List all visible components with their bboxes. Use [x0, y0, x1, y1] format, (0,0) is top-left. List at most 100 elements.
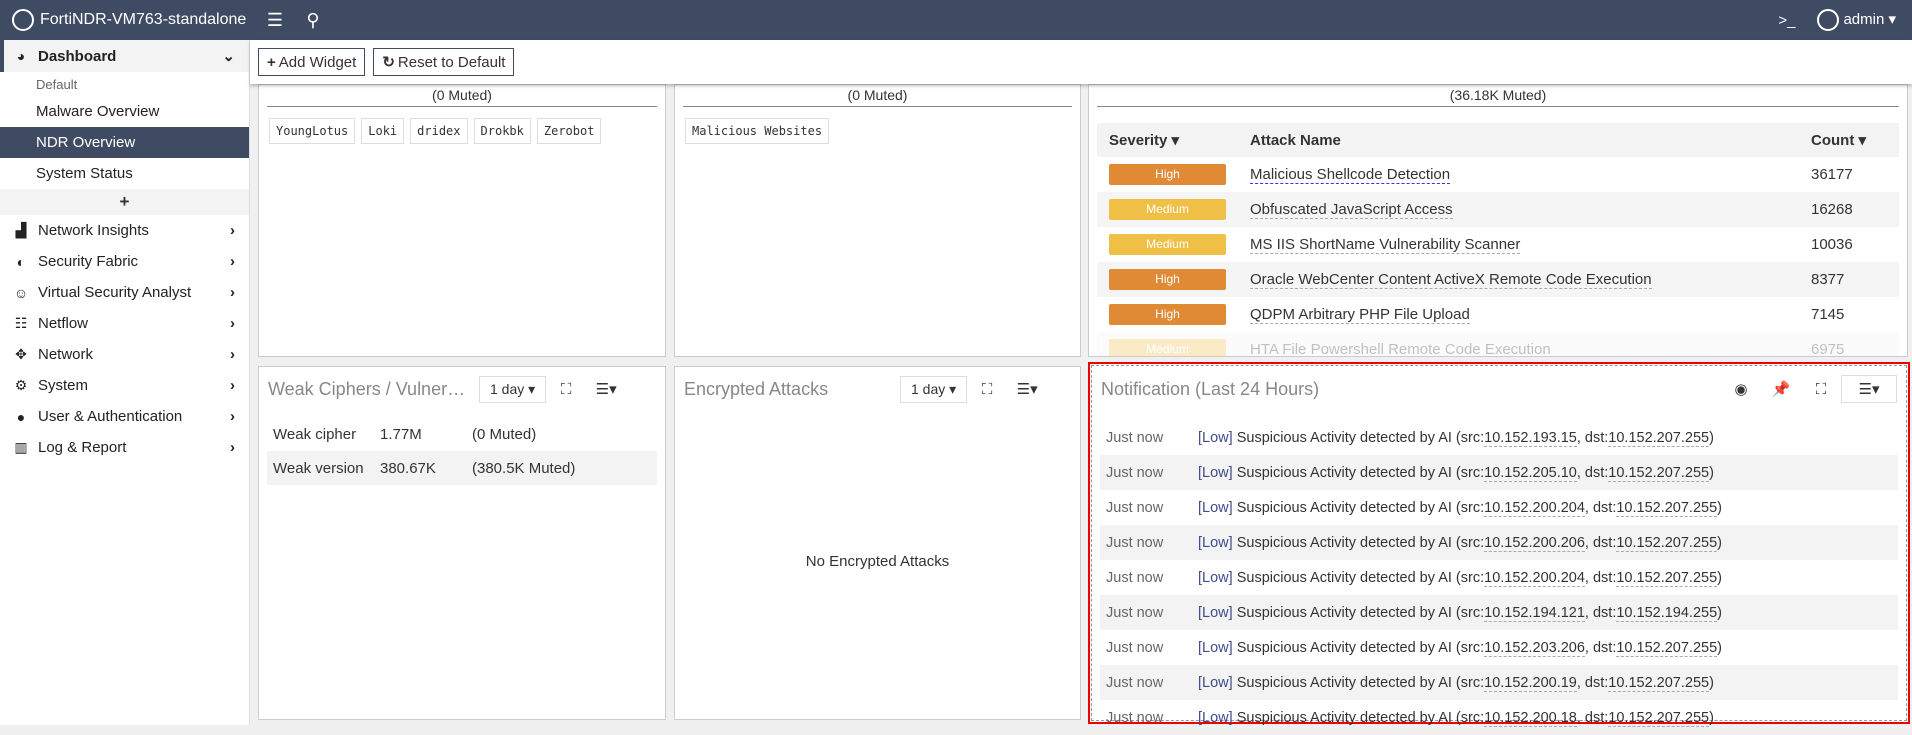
level: [Low] [1198, 534, 1233, 551]
fortindr-logo-icon [12, 9, 34, 31]
dst-ip[interactable]: 10.152.207.255 [1608, 464, 1710, 482]
sidebar-item-netflow[interactable]: ☷ Netflow › [0, 308, 249, 339]
dst-ip[interactable]: 10.152.194.255 [1616, 604, 1718, 622]
malicious-websites-widget: (0 Muted) Malicious Websites [674, 84, 1081, 357]
dst-ip[interactable]: 10.152.207.255 [1616, 639, 1718, 657]
dst-ip[interactable]: 10.152.207.255 [1616, 499, 1718, 517]
widget-title: Weak Ciphers / Vulnerab... [268, 378, 473, 399]
level: [Low] [1198, 709, 1233, 726]
sidebar-item-system[interactable]: ⚙ System › [0, 370, 249, 401]
text: Suspicious Activity detected by AI [1236, 709, 1452, 726]
sidebar-item-network-insights[interactable]: ▟ Network Insights › [0, 215, 249, 246]
tag[interactable]: Malicious Websites [685, 118, 830, 144]
dst-ip[interactable]: 10.152.207.255 [1616, 534, 1718, 552]
src-ip[interactable]: 10.152.200.18 [1484, 709, 1577, 727]
widget-menu-icon[interactable]: ☰▾ [586, 380, 626, 398]
sidebar-item-log-report[interactable]: ▥ Log & Report › [0, 432, 249, 463]
notification-item[interactable]: Just now [Low] Suspicious Activity detect… [1100, 560, 1898, 595]
sidebar-item-system-status[interactable]: System Status [0, 158, 249, 189]
dst-ip[interactable]: 10.152.207.255 [1608, 674, 1710, 692]
tag[interactable]: Loki [361, 118, 405, 144]
src-ip[interactable]: 10.152.200.206 [1484, 534, 1585, 552]
expand-icon[interactable]: ⛶ [546, 381, 586, 398]
text: Suspicious Activity detected by AI [1236, 464, 1452, 481]
sidebar-item-security-fabric[interactable]: ◐ Security Fabric › [0, 246, 249, 277]
table-row[interactable]: Medium Obfuscated JavaScript Access 16268 [1097, 192, 1899, 227]
text: Suspicious Activity detected by AI [1236, 499, 1452, 516]
period-select[interactable]: 1 day ▾ [479, 375, 547, 403]
src-ip[interactable]: 10.152.193.15 [1484, 429, 1577, 447]
search-icon[interactable]: ⚲ [300, 10, 326, 31]
reset-to-default-button[interactable]: ↻ Reset to Default [373, 48, 515, 76]
sidebar-item-ndr-overview[interactable]: NDR Overview [0, 127, 249, 158]
widget-menu-icon[interactable]: ☰▾ [1007, 380, 1047, 398]
count-column-header[interactable]: Count ▾ [1799, 123, 1899, 157]
count: 6975 [1799, 332, 1899, 356]
sidebar-item-label: Network [38, 346, 94, 363]
add-dashboard-button[interactable]: + [0, 189, 249, 215]
menu-toggle-icon[interactable]: ☰ [262, 10, 288, 31]
dst-ip[interactable]: 10.152.207.255 [1608, 709, 1710, 727]
dst-ip[interactable]: 10.152.207.255 [1608, 429, 1710, 447]
level: [Low] [1198, 569, 1233, 586]
eye-icon[interactable]: ◉ [1721, 380, 1761, 398]
cli-console-icon[interactable]: >_ [1778, 12, 1795, 29]
attack-name-link[interactable]: Obfuscated JavaScript Access [1250, 201, 1453, 219]
tag[interactable]: Zerobot [536, 118, 602, 144]
src-ip[interactable]: 10.152.200.19 [1484, 674, 1577, 692]
src-ip[interactable]: 10.152.203.206 [1484, 639, 1585, 657]
sidebar-item-label: Virtual Security Analyst [38, 284, 192, 301]
notification-item[interactable]: Just now [Low] Suspicious Activity detect… [1100, 490, 1898, 525]
attack-name-link[interactable]: Oracle WebCenter Content ActiveX Remote … [1250, 271, 1652, 289]
table-row[interactable]: High Oracle WebCenter Content ActiveX Rem… [1097, 262, 1899, 297]
dashboard-icon: ◕ [16, 48, 26, 64]
attack-name-link[interactable]: Malicious Shellcode Detection [1250, 166, 1451, 184]
attack-name-link[interactable]: HTA File Powershell Remote Code Executio… [1250, 341, 1551, 356]
severity-column-header[interactable]: Severity ▾ [1097, 123, 1238, 157]
user-menu[interactable]: admin ▾ [1817, 9, 1896, 31]
pin-icon[interactable]: 📌 [1761, 380, 1801, 398]
table-row[interactable]: Medium MS IIS ShortName Vulnerability Sca… [1097, 227, 1899, 262]
notification-item[interactable]: Just now [Low] Suspicious Activity detect… [1100, 595, 1898, 630]
src-ip[interactable]: 10.152.200.204 [1484, 569, 1585, 587]
attack-name-column-header[interactable]: Attack Name [1238, 123, 1799, 157]
src-ip[interactable]: 10.152.205.10 [1484, 464, 1577, 482]
sidebar-item-network[interactable]: ✥ Network › [0, 339, 249, 370]
sidebar-item-virtual-security-analyst[interactable]: ☺ Virtual Security Analyst › [0, 277, 249, 308]
chevron-right-icon: › [230, 222, 235, 239]
weak-row[interactable]: Weak version 380.67K (380.5K Muted) [267, 451, 657, 485]
src-ip[interactable]: 10.152.200.204 [1484, 499, 1585, 517]
table-row[interactable]: High Malicious Shellcode Detection 36177 [1097, 157, 1899, 192]
sidebar-item-user-authentication[interactable]: ● User & Authentication › [0, 401, 249, 432]
log-report-icon: ▥ [14, 439, 28, 455]
notification-item[interactable]: Just now [Low] Suspicious Activity detect… [1100, 525, 1898, 560]
attack-name-link[interactable]: MS IIS ShortName Vulnerability Scanner [1250, 236, 1521, 254]
src-ip[interactable]: 10.152.194.121 [1484, 604, 1585, 622]
sidebar-item-malware-overview[interactable]: Malware Overview [0, 96, 249, 127]
tag[interactable]: YoungLotus [269, 118, 356, 144]
dst-ip[interactable]: 10.152.207.255 [1616, 569, 1718, 587]
weak-row[interactable]: Weak cipher 1.77M (0 Muted) [267, 417, 657, 451]
notification-item[interactable]: Just now [Low] Suspicious Activity detect… [1100, 630, 1898, 665]
system-icon: ⚙ [14, 377, 28, 393]
notification-item[interactable]: Just now [Low] Suspicious Activity detect… [1100, 455, 1898, 490]
table-row[interactable]: Medium HTA File Powershell Remote Code Ex… [1097, 332, 1899, 356]
sidebar-item-dashboard[interactable]: ◕ Dashboard ⌄ [0, 40, 249, 72]
period-select[interactable]: 1 day ▾ [900, 375, 968, 403]
table-row[interactable]: High QDPM Arbitrary PHP File Upload 7145 [1097, 297, 1899, 332]
tag[interactable]: dridex [410, 118, 468, 144]
add-widget-button[interactable]: + Add Widget [258, 48, 366, 76]
expand-icon[interactable]: ⛶ [967, 381, 1007, 398]
notification-item[interactable]: Just now [Low] Suspicious Activity detect… [1100, 700, 1898, 735]
sidebar-item-label: System [38, 377, 89, 394]
expand-icon[interactable]: ⛶ [1801, 381, 1841, 398]
top-bar: FortiNDR-VM763-standalone ☰ ⚲ >_ admin ▾ [0, 0, 1912, 40]
notification-item[interactable]: Just now [Low] Suspicious Activity detect… [1100, 420, 1898, 455]
level: [Low] [1198, 604, 1233, 621]
username: admin [1843, 10, 1885, 28]
attack-name-link[interactable]: QDPM Arbitrary PHP File Upload [1250, 306, 1470, 324]
level: [Low] [1198, 429, 1233, 446]
tag[interactable]: Drokbk [473, 118, 531, 144]
widget-menu-icon[interactable]: ☰▾ [1841, 375, 1897, 403]
notification-item[interactable]: Just now [Low] Suspicious Activity detect… [1100, 665, 1898, 700]
